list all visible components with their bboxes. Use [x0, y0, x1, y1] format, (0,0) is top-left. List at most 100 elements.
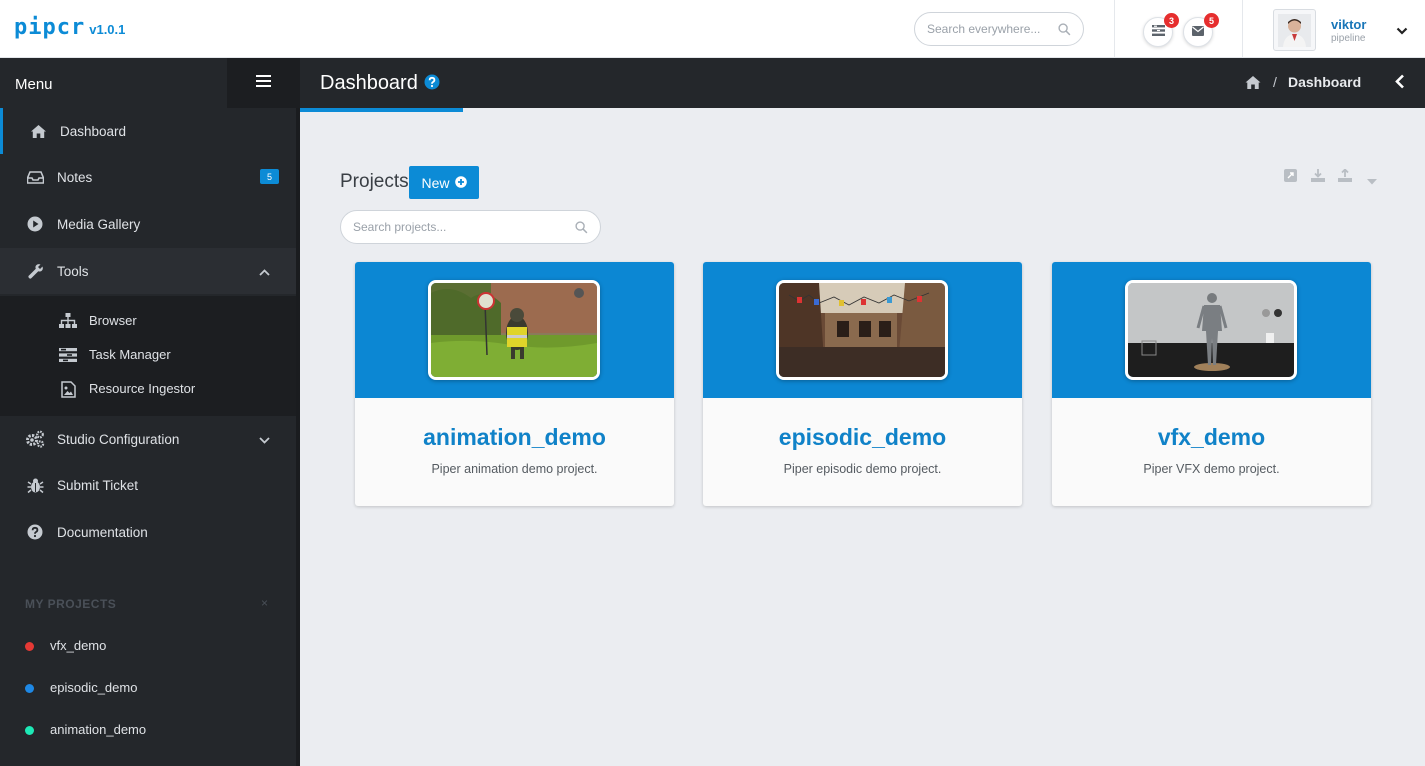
sidebar-item-label: Notes — [57, 169, 93, 185]
user-role: pipeline — [1331, 33, 1366, 44]
home-icon — [28, 121, 48, 141]
help-icon[interactable] — [424, 74, 440, 95]
chevron-left-icon[interactable] — [1395, 74, 1405, 94]
project-card-vfx-demo[interactable]: vfx_demo Piper VFX demo project. — [1052, 262, 1371, 506]
user-name[interactable]: viktor — [1331, 17, 1366, 32]
tools-submenu: Browser Task Manager Resource Ingestor — [0, 296, 296, 416]
my-project-item-episodic-demo[interactable]: episodic_demo — [0, 673, 296, 703]
project-name[interactable]: episodic_demo — [703, 424, 1022, 451]
sidebar-item-label: Studio Configuration — [57, 431, 180, 447]
project-search-box — [340, 210, 601, 244]
new-project-label: New — [421, 174, 450, 191]
tasks-button[interactable]: 3 — [1143, 13, 1179, 47]
project-card-animation-demo[interactable]: animation_demo Piper animation demo proj… — [355, 262, 674, 506]
top-bar: pipcr v1.0.1 3 5 viktor pipeline — [0, 0, 1425, 58]
sidebar-item-dashboard[interactable]: Dashboard — [0, 108, 296, 154]
hamburger-icon — [256, 74, 271, 92]
question-circle-icon — [25, 522, 45, 542]
menu-header: Menu — [0, 58, 300, 108]
page-title: Dashboard — [320, 72, 418, 94]
active-tab-indicator — [300, 108, 463, 112]
project-search-input[interactable] — [353, 220, 573, 234]
submenu-item-label: Resource Ingestor — [89, 381, 196, 396]
sidebar-item-tools[interactable]: Tools — [0, 248, 296, 294]
sidebar-item-submit-ticket[interactable]: Submit Ticket — [0, 462, 296, 508]
divider — [1242, 0, 1243, 58]
project-description: Piper episodic demo project. — [783, 462, 942, 476]
submenu-item-label: Browser — [89, 313, 137, 328]
breadcrumb-separator: / — [1273, 74, 1277, 90]
card-banner — [703, 262, 1022, 398]
expand-icon[interactable] — [1284, 169, 1297, 187]
wrench-icon — [25, 261, 45, 281]
tasks-count-badge: 3 — [1164, 13, 1179, 28]
sidebar-item-label: Tools — [57, 263, 89, 279]
sidebar-item-media-gallery[interactable]: Media Gallery — [0, 201, 296, 247]
sidebar-item-notes[interactable]: Notes 5 — [0, 154, 296, 200]
projects-heading: Projects — [340, 171, 409, 192]
inbox-icon — [25, 167, 45, 187]
sidebar-item-documentation[interactable]: Documentation — [0, 509, 296, 555]
bug-icon — [25, 475, 45, 495]
search-icon[interactable] — [1058, 23, 1071, 41]
logo-wordmark: pipcr — [14, 15, 86, 40]
chevron-up-icon — [259, 264, 270, 279]
chevron-down-icon — [259, 432, 270, 447]
card-banner — [1052, 262, 1371, 398]
card-banner — [355, 262, 674, 398]
app-version: v1.0.1 — [89, 22, 126, 37]
project-thumbnail[interactable] — [776, 280, 948, 380]
sidebar-item-label: Documentation — [57, 524, 148, 540]
my-project-label: episodic_demo — [50, 680, 138, 695]
my-projects-heading: MY PROJECTS — [25, 597, 117, 611]
home-icon[interactable] — [1244, 75, 1262, 95]
project-thumbnail[interactable] — [1125, 280, 1297, 380]
project-name[interactable]: vfx_demo — [1052, 424, 1371, 451]
menu-toggle-button[interactable] — [227, 58, 300, 108]
submenu-item-label: Task Manager — [89, 347, 171, 362]
chevron-down-icon[interactable] — [1396, 22, 1408, 40]
project-card-episodic-demo[interactable]: episodic_demo Piper episodic demo projec… — [703, 262, 1022, 506]
my-project-label: vfx_demo — [50, 638, 107, 653]
sidebar-item-studio-configuration[interactable]: Studio Configuration — [0, 416, 296, 462]
tasks-icon — [58, 345, 78, 365]
breadcrumb-current: Dashboard — [1288, 74, 1362, 90]
project-thumbnail[interactable] — [428, 280, 600, 380]
sitemap-icon — [58, 311, 78, 331]
envelope-icon — [1192, 23, 1204, 41]
app-logo[interactable]: pipcr v1.0.1 — [14, 15, 126, 40]
download-icon[interactable] — [1311, 169, 1325, 187]
messages-count-badge: 5 — [1204, 13, 1219, 28]
sidebar-item-label: Dashboard — [60, 123, 127, 139]
submenu-item-browser[interactable]: Browser — [0, 306, 296, 336]
tasks-icon — [1151, 23, 1165, 41]
submenu-item-task-manager[interactable]: Task Manager — [0, 340, 296, 370]
caret-down-icon[interactable] — [1367, 172, 1377, 190]
notes-count-badge: 5 — [260, 169, 279, 184]
global-search-input[interactable] — [927, 22, 1057, 36]
global-search-box — [914, 12, 1084, 46]
sidebar-edge — [296, 108, 300, 766]
my-project-item-vfx-demo[interactable]: vfx_demo — [0, 631, 296, 661]
status-dot — [25, 642, 34, 651]
file-image-icon — [58, 379, 78, 399]
project-description: Piper VFX demo project. — [1143, 462, 1280, 476]
search-icon[interactable] — [575, 221, 588, 239]
project-description: Piper animation demo project. — [431, 462, 598, 476]
play-circle-icon — [25, 214, 45, 234]
submenu-item-resource-ingestor[interactable]: Resource Ingestor — [0, 374, 296, 404]
page-header: Dashboard / Dashboard — [300, 58, 1425, 112]
plus-circle-icon — [454, 175, 467, 191]
upload-icon[interactable] — [1338, 168, 1352, 187]
messages-button[interactable]: 5 — [1183, 13, 1219, 47]
project-name[interactable]: animation_demo — [355, 424, 674, 451]
new-project-button[interactable]: New — [409, 166, 479, 199]
avatar[interactable] — [1273, 9, 1316, 51]
sidebar-item-label: Media Gallery — [57, 216, 141, 232]
my-project-item-animation-demo[interactable]: animation_demo — [0, 715, 296, 745]
my-projects-close-button[interactable]: × — [261, 596, 268, 610]
status-dot — [25, 726, 34, 735]
divider — [1114, 0, 1115, 58]
menu-title: Menu — [15, 76, 53, 93]
status-dot — [25, 684, 34, 693]
